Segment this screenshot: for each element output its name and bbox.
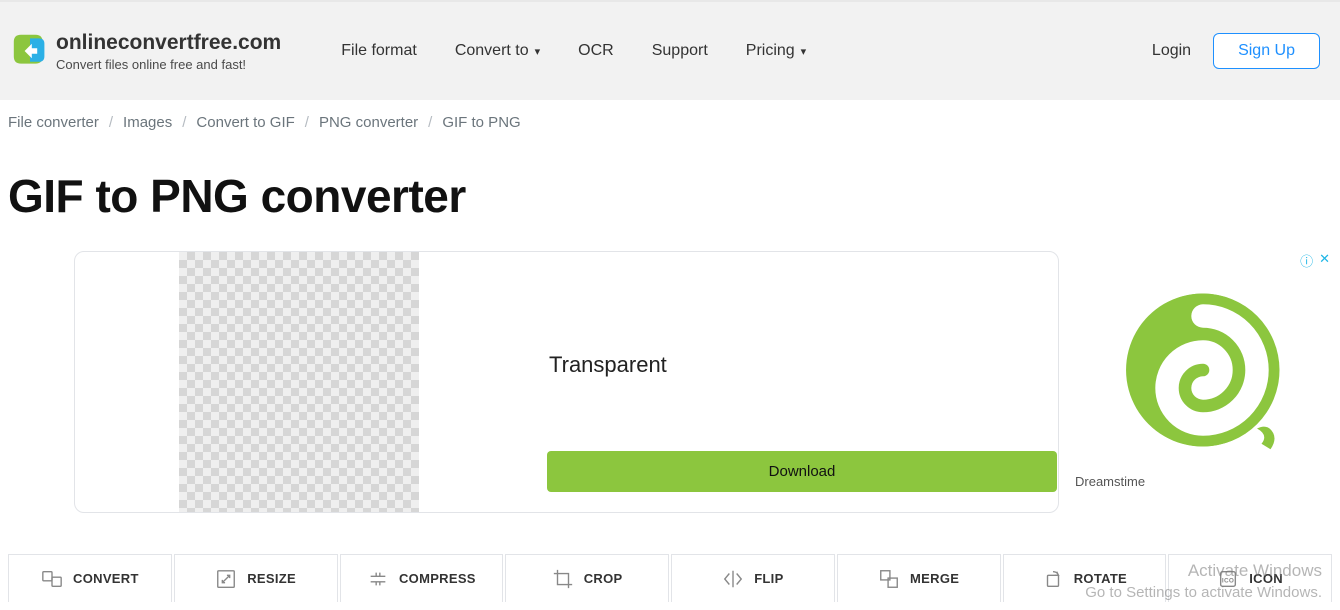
rotate-icon xyxy=(1042,568,1064,590)
crumb-convert-to-gif[interactable]: Convert to GIF xyxy=(196,114,294,131)
tab-rotate[interactable]: ROTATE xyxy=(1003,554,1167,602)
crumb-gif-to-png[interactable]: GIF to PNG xyxy=(442,114,520,131)
crumb-separator: / xyxy=(109,114,113,131)
tab-flip[interactable]: FLIP xyxy=(671,554,835,602)
tab-merge[interactable]: MERGE xyxy=(837,554,1001,602)
transparent-checker xyxy=(179,252,419,512)
signup-button[interactable]: Sign Up xyxy=(1213,33,1320,69)
spiral-logo-icon[interactable] xyxy=(1113,280,1293,460)
crumb-separator: / xyxy=(182,114,186,131)
chevron-down-icon: ▾ xyxy=(801,45,807,58)
tagline: Convert files online free and fast! xyxy=(56,57,281,72)
ad-label: Transparent xyxy=(549,352,1058,378)
ad-right: Transparent Download xyxy=(419,252,1058,512)
ad-info-icon[interactable]: ⓘ xyxy=(1300,251,1313,270)
crumb-separator: / xyxy=(428,114,432,131)
ad-controls: ⓘ ✕ xyxy=(1075,251,1330,270)
resize-icon xyxy=(215,568,237,590)
logo-icon xyxy=(12,33,48,69)
flip-icon xyxy=(722,568,744,590)
crumb-png-converter[interactable]: PNG converter xyxy=(319,114,418,131)
crop-icon xyxy=(552,568,574,590)
chevron-down-icon: ▾ xyxy=(535,45,541,58)
tab-convert[interactable]: CONVERT xyxy=(8,554,172,602)
site-name: onlineconvertfree.com xyxy=(56,31,281,55)
ad-card[interactable]: Transparent Download xyxy=(74,251,1059,513)
compress-icon xyxy=(367,568,389,590)
download-button[interactable]: Download xyxy=(547,451,1057,492)
crumb-separator: / xyxy=(305,114,309,131)
nav-convert-to[interactable]: Convert to▾ xyxy=(455,42,540,60)
merge-icon xyxy=(878,568,900,590)
tab-icon[interactable]: ICO ICON xyxy=(1168,554,1332,602)
crumb-file-converter[interactable]: File converter xyxy=(8,114,99,131)
logo-area[interactable]: onlineconvertfree.com Convert files onli… xyxy=(10,31,281,72)
nav-ocr[interactable]: OCR xyxy=(578,42,614,60)
nav-support[interactable]: Support xyxy=(652,42,708,60)
main-nav: File format Convert to▾ OCR Support Pric… xyxy=(341,42,806,60)
ad-brand-name: Dreamstime xyxy=(1075,474,1330,489)
crumb-images[interactable]: Images xyxy=(123,114,172,131)
header: onlineconvertfree.com Convert files onli… xyxy=(0,0,1340,100)
auth-area: Login Sign Up xyxy=(1152,33,1320,69)
nav-pricing[interactable]: Pricing▾ xyxy=(746,42,806,60)
nav-file-format[interactable]: File format xyxy=(341,42,417,60)
page-title: GIF to PNG converter xyxy=(0,145,1340,251)
tab-compress[interactable]: COMPRESS xyxy=(340,554,504,602)
breadcrumb: File converter / Images / Convert to GIF… xyxy=(0,100,1340,145)
convert-icon xyxy=(41,568,63,590)
login-link[interactable]: Login xyxy=(1152,42,1191,60)
ad-close-icon[interactable]: ✕ xyxy=(1319,251,1330,270)
icon-icon: ICO xyxy=(1217,568,1239,590)
content-row: Transparent Download ⓘ ✕ Dreamstime xyxy=(0,251,1340,513)
tool-tabs: CONVERT RESIZE COMPRESS CROP FLIP MERGE … xyxy=(8,554,1332,602)
side-ad: ⓘ ✕ Dreamstime xyxy=(1075,251,1330,513)
tab-resize[interactable]: RESIZE xyxy=(174,554,338,602)
svg-text:ICO: ICO xyxy=(1222,577,1234,584)
tab-crop[interactable]: CROP xyxy=(505,554,669,602)
